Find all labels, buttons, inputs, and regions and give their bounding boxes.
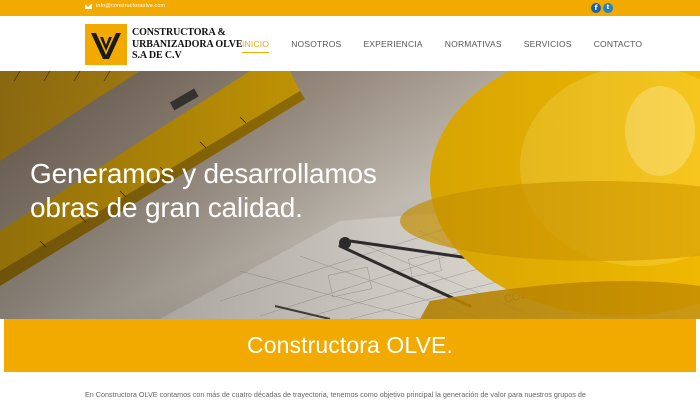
nav-servicios[interactable]: SERVICIOS: [524, 39, 572, 53]
site-header: CONSTRUCTORA & URBANIZADORA OLVE S.A DE …: [0, 16, 700, 71]
hero-title-line-1: Generamos y desarrollamos: [30, 158, 377, 189]
twitter-icon[interactable]: t: [603, 3, 613, 13]
logo-icon[interactable]: [85, 24, 127, 65]
hero-title-line-2: obras de gran calidad.: [30, 192, 303, 223]
page: info@constructoraolve.com f t CONSTRUCTO…: [0, 0, 700, 400]
hero-slider: COL Generamos y desarrollamos obras de g…: [0, 71, 700, 319]
facebook-icon[interactable]: f: [591, 3, 601, 13]
nav-nosotros[interactable]: NOSOTROS: [291, 39, 341, 53]
nav-inicio[interactable]: INICIO: [242, 39, 270, 53]
social-links: f t: [591, 3, 613, 13]
envelope-icon: [85, 3, 92, 9]
email-text: info@constructoraolve.com: [96, 3, 166, 9]
banner-title: Constructora OLVE.: [247, 332, 453, 358]
nav-normativas[interactable]: NORMATIVAS: [445, 39, 502, 53]
company-name-line-2: URBANIZADORA OLVE: [132, 38, 243, 50]
email-link[interactable]: info@constructoraolve.com: [85, 3, 165, 9]
company-name[interactable]: CONSTRUCTORA & URBANIZADORA OLVE S.A DE …: [132, 27, 243, 62]
company-banner: Constructora OLVE.: [4, 319, 696, 372]
intro-paragraph: En Constructora OLVE contamos con más de…: [85, 390, 586, 399]
company-name-line-1: CONSTRUCTORA &: [132, 27, 226, 38]
nav-experiencia[interactable]: EXPERIENCIA: [363, 39, 422, 53]
main-nav: INICIO NOSOTROS EXPERIENCIA NORMATIVAS S…: [242, 39, 664, 53]
nav-contacto[interactable]: CONTACTO: [594, 39, 643, 53]
top-bar: info@constructoraolve.com f t: [0, 0, 700, 16]
hero-title: Generamos y desarrollamos obras de gran …: [30, 157, 377, 225]
company-name-line-3: S.A DE C.V: [132, 50, 182, 61]
